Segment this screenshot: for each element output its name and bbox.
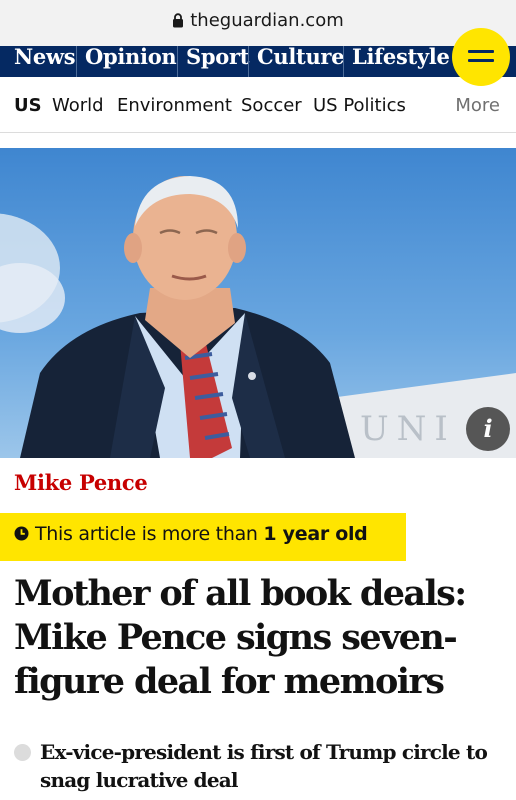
pillar-lifestyle[interactable]: Lifestyle — [343, 46, 450, 77]
browser-address-bar[interactable]: theguardian.com — [0, 0, 516, 46]
image-info-button[interactable]: i — [466, 407, 510, 451]
svg-text:UNI: UNI — [360, 409, 456, 449]
article-age-warning: This article is more than 1 year old — [0, 513, 406, 561]
pillar-culture[interactable]: Culture — [248, 46, 345, 77]
lock-icon — [172, 12, 184, 33]
article-kicker[interactable]: Mike Pence — [14, 470, 148, 495]
url-display[interactable]: theguardian.com — [0, 10, 516, 33]
pillar-sport[interactable]: Sport — [177, 46, 249, 77]
subnav-soccer[interactable]: Soccer — [241, 95, 302, 116]
url-text: theguardian.com — [190, 10, 344, 31]
subnav-environment[interactable]: Environment — [117, 95, 232, 116]
subnav-us-politics[interactable]: US Politics — [313, 95, 406, 116]
subnav-more[interactable]: More — [455, 95, 500, 116]
age-value: 1 year old — [263, 523, 368, 545]
subnav-us[interactable]: US — [14, 95, 42, 116]
article-standfirst: Ex-vice-president is first of Trump circ… — [14, 738, 504, 794]
section-subnav: US World Environment Soccer US Politics … — [0, 77, 516, 133]
clock-icon — [14, 524, 29, 546]
age-prefix: This article is more than — [35, 523, 264, 545]
info-icon: i — [483, 414, 493, 443]
bullet-icon — [14, 744, 31, 761]
hero-image: UNI — [0, 148, 516, 458]
article-headline: Mother of all book deals: Mike Pence sig… — [14, 573, 467, 702]
pillar-nav: News Opinion Sport Culture Lifestyle — [0, 46, 516, 77]
pillar-news[interactable]: News — [0, 46, 76, 77]
standfirst-text: Ex-vice-president is first of Trump circ… — [40, 740, 488, 792]
pillar-opinion[interactable]: Opinion — [76, 46, 177, 77]
subnav-world[interactable]: World — [52, 95, 104, 116]
